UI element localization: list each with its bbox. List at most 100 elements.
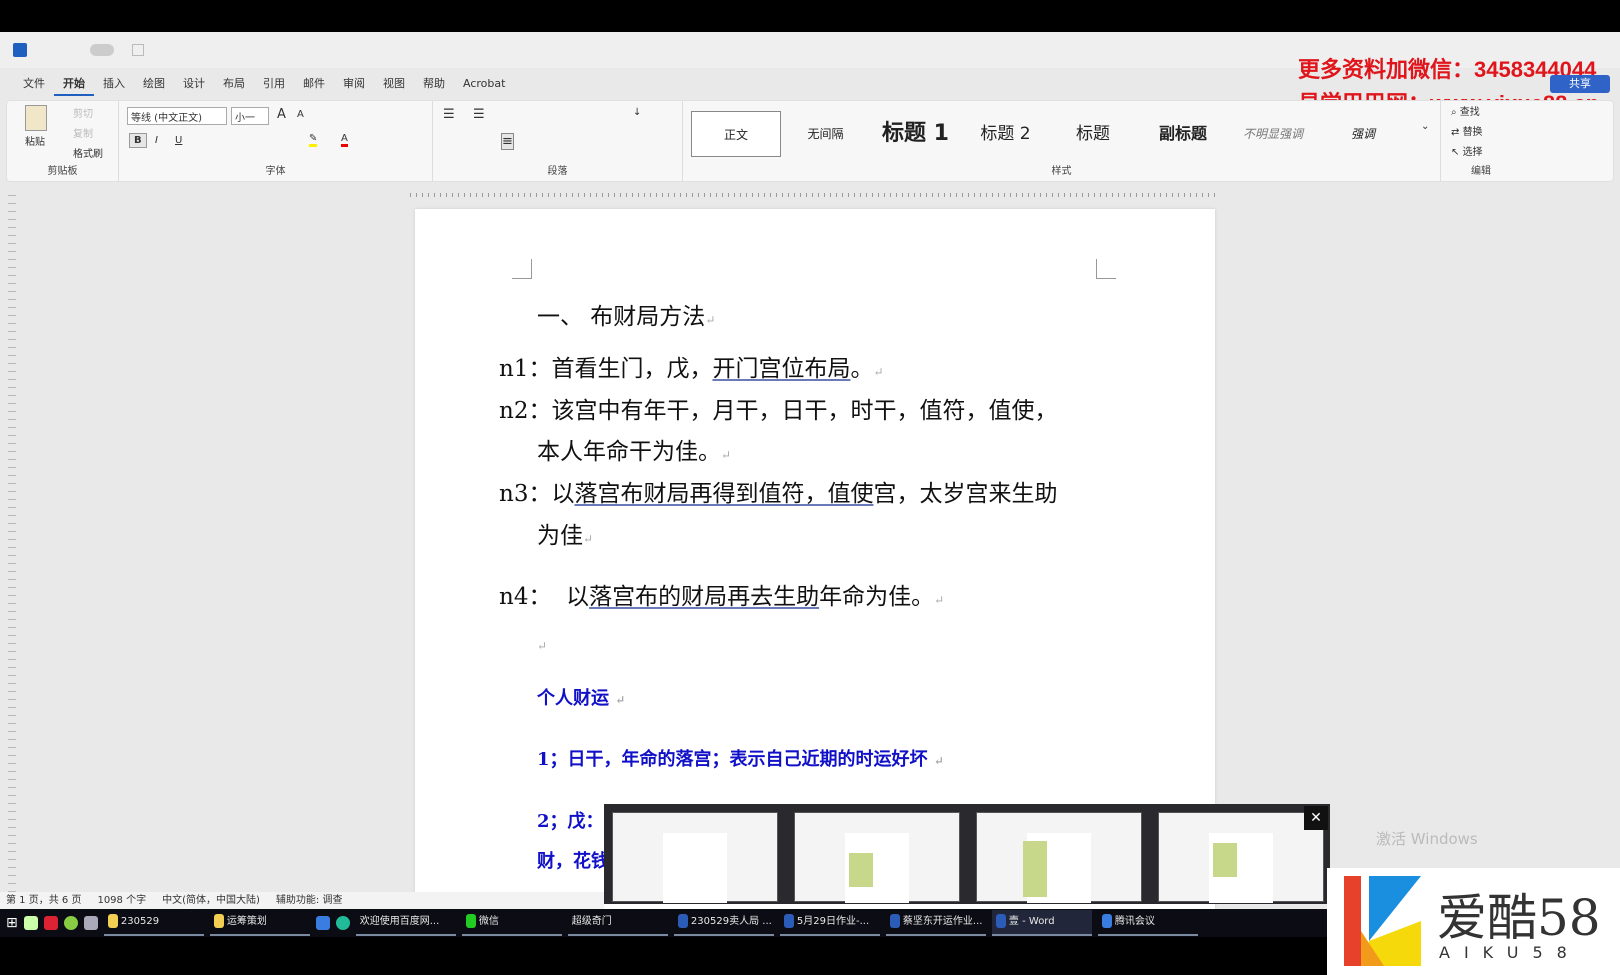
doc-n2: n2：该宫中有年干，月干，日干，时干，值符，值使， xyxy=(499,398,1058,424)
numbering-icon[interactable]: ☰ xyxy=(473,107,485,122)
grow-font-button[interactable]: A xyxy=(277,107,286,122)
window-thumbnail-2[interactable] xyxy=(794,812,960,903)
find-button[interactable]: ⌕ 查找 xyxy=(1451,103,1480,118)
meeting-icon xyxy=(1101,914,1112,928)
format-painter-button[interactable]: 格式刷 xyxy=(73,145,103,160)
word-icon xyxy=(995,914,1006,928)
font-size-select[interactable]: 小一 xyxy=(231,107,269,125)
bold-button[interactable]: B xyxy=(129,133,147,148)
page-count[interactable]: 第 1 页，共 6 页 xyxy=(6,892,81,909)
app-icon[interactable] xyxy=(63,916,78,930)
italic-button[interactable]: I xyxy=(155,135,158,146)
language[interactable]: 中文(简体，中国大陆) xyxy=(162,892,260,909)
font-group: 等线 (中文正文) 小一 A A B I U ✎ A 字体 xyxy=(119,101,433,181)
horizontal-ruler[interactable] xyxy=(410,187,1220,203)
cut-button[interactable]: 剪切 xyxy=(73,105,93,120)
logo-mark-icon xyxy=(1344,876,1421,966)
styles-group: 正文 无间隔 标题 1 标题 2 标题 副标题 不明显强调 强调 ⌄ 样式 xyxy=(683,101,1441,181)
editing-group: ⌕ 查找 ⇄ 替换 ↖ 选择 编辑 xyxy=(1441,101,1521,181)
autosave-toggle[interactable] xyxy=(90,44,114,56)
font-label: 字体 xyxy=(265,166,286,177)
style-heading2[interactable]: 标题 2 xyxy=(963,111,1048,157)
style-normal[interactable]: 正文 xyxy=(691,111,781,157)
taskbar-item[interactable]: 运筹策划 xyxy=(209,910,310,936)
editing-label: 编辑 xyxy=(1471,166,1491,177)
sort-icon[interactable]: ↓ xyxy=(633,107,641,118)
tab-file[interactable]: 文件 xyxy=(14,72,54,96)
bullets-icon[interactable]: ☰ xyxy=(443,107,455,122)
tab-review[interactable]: 审阅 xyxy=(334,72,374,96)
app-icon[interactable] xyxy=(23,916,38,930)
margin-mark-right xyxy=(1096,259,1116,279)
clipboard-label: 剪贴板 xyxy=(47,166,78,177)
font-color-icon[interactable]: A xyxy=(341,133,348,147)
style-subtle-emphasis[interactable]: 不明显强调 xyxy=(1228,111,1318,157)
highlight-icon[interactable]: ✎ xyxy=(309,133,318,147)
activate-windows-text: 激活 Windows xyxy=(1376,830,1478,848)
taskbar-item[interactable]: 蔡坚东开运作业... xyxy=(885,910,986,936)
taskbar-item[interactable]: 超级奇门 xyxy=(567,910,668,936)
status-bar: 第 1 页，共 6 页 1098 个字 中文(简体，中国大陆) 辅助功能: 调查 xyxy=(0,892,604,909)
font-name-select[interactable]: 等线 (中文正文) xyxy=(127,107,227,125)
tab-draw[interactable]: 绘图 xyxy=(134,72,174,96)
doc-heading: 一、 布财局方法↵ xyxy=(537,304,716,330)
taskbar-item[interactable]: 欢迎使用百度网... xyxy=(355,910,456,936)
taskbar-item[interactable]: 腾讯会议 xyxy=(1097,910,1198,936)
tab-help[interactable]: 帮助 xyxy=(414,72,454,96)
accessibility-status[interactable]: 辅助功能: 调查 xyxy=(276,892,343,909)
app-icon[interactable] xyxy=(83,916,98,930)
style-emphasis[interactable]: 强调 xyxy=(1318,111,1408,157)
window-thumbnail-1[interactable] xyxy=(612,812,778,903)
style-heading1[interactable]: 标题 1 xyxy=(868,111,963,157)
shrink-font-button[interactable]: A xyxy=(297,109,304,120)
tab-acrobat[interactable]: Acrobat xyxy=(454,72,514,96)
justify-icon[interactable]: ≡ xyxy=(501,133,514,150)
word-app-icon xyxy=(13,43,27,57)
style-no-spacing[interactable]: 无间隔 xyxy=(783,111,868,157)
vertical-ruler[interactable] xyxy=(8,195,16,895)
paragraph-group: ☰ ☰ ↓ ≡ 段落 xyxy=(433,101,683,181)
tab-references[interactable]: 引用 xyxy=(254,72,294,96)
copy-button[interactable]: 复制 xyxy=(73,125,93,140)
style-title[interactable]: 标题 xyxy=(1048,111,1138,157)
paragraph-label: 段落 xyxy=(547,166,568,177)
aiku58-logo: 爱酷58 AIKU58 xyxy=(1327,868,1620,975)
paste-button[interactable]: 粘贴 xyxy=(25,133,45,148)
word-count[interactable]: 1098 个字 xyxy=(97,892,146,909)
bottom-black-bar xyxy=(0,937,1327,975)
tab-insert[interactable]: 插入 xyxy=(94,72,134,96)
tab-layout[interactable]: 布局 xyxy=(214,72,254,96)
window-thumbnail-3[interactable] xyxy=(976,812,1142,903)
taskbar-item[interactable]: 微信 xyxy=(461,910,562,936)
empty-paragraph-mark: ↵ xyxy=(537,639,548,653)
word-icon xyxy=(677,914,688,928)
taskbar-item[interactable]: 5月29日作业-... xyxy=(779,910,880,936)
style-subtitle[interactable]: 副标题 xyxy=(1138,111,1228,157)
replace-button[interactable]: ⇄ 替换 xyxy=(1451,123,1483,138)
app-icon[interactable] xyxy=(43,916,58,930)
window-thumbnail-4[interactable] xyxy=(1158,812,1324,903)
start-icon[interactable]: ⊞ xyxy=(6,915,18,931)
select-button[interactable]: ↖ 选择 xyxy=(1451,143,1483,158)
clipboard-group: 粘贴 剪切 复制 格式刷 剪贴板 xyxy=(7,101,119,181)
doc-n3-cont: 为佳↵ xyxy=(537,523,594,549)
underline-button[interactable]: U xyxy=(175,135,182,146)
margin-mark-left xyxy=(512,259,532,279)
app-icon[interactable] xyxy=(315,916,330,930)
tab-home[interactable]: 开始 xyxy=(54,72,94,96)
tab-design[interactable]: 设计 xyxy=(174,72,214,96)
doc-subheading: 个人财运 ↵ xyxy=(537,688,626,709)
taskbar-item[interactable]: 230529卖人局 ... xyxy=(673,910,774,936)
app-icon[interactable] xyxy=(335,916,350,930)
tab-mailings[interactable]: 邮件 xyxy=(294,72,334,96)
taskbar: ⊞ 230529 运筹策划 欢迎使用百度网... 微信 超级奇门 230529卖… xyxy=(0,909,1327,937)
tab-view[interactable]: 视图 xyxy=(374,72,414,96)
styles-label: 样式 xyxy=(1051,166,1072,177)
styles-more-icon[interactable]: ⌄ xyxy=(1421,121,1429,132)
taskbar-item-active[interactable]: 壹 - Word xyxy=(991,910,1092,936)
logo-text: 爱酷58 xyxy=(1437,889,1601,947)
taskbar-item[interactable]: 230529 xyxy=(103,910,204,936)
taskbar-preview-popup: ✕ xyxy=(604,804,1330,904)
close-preview-icon[interactable]: ✕ xyxy=(1304,806,1328,830)
save-icon[interactable] xyxy=(132,44,144,56)
